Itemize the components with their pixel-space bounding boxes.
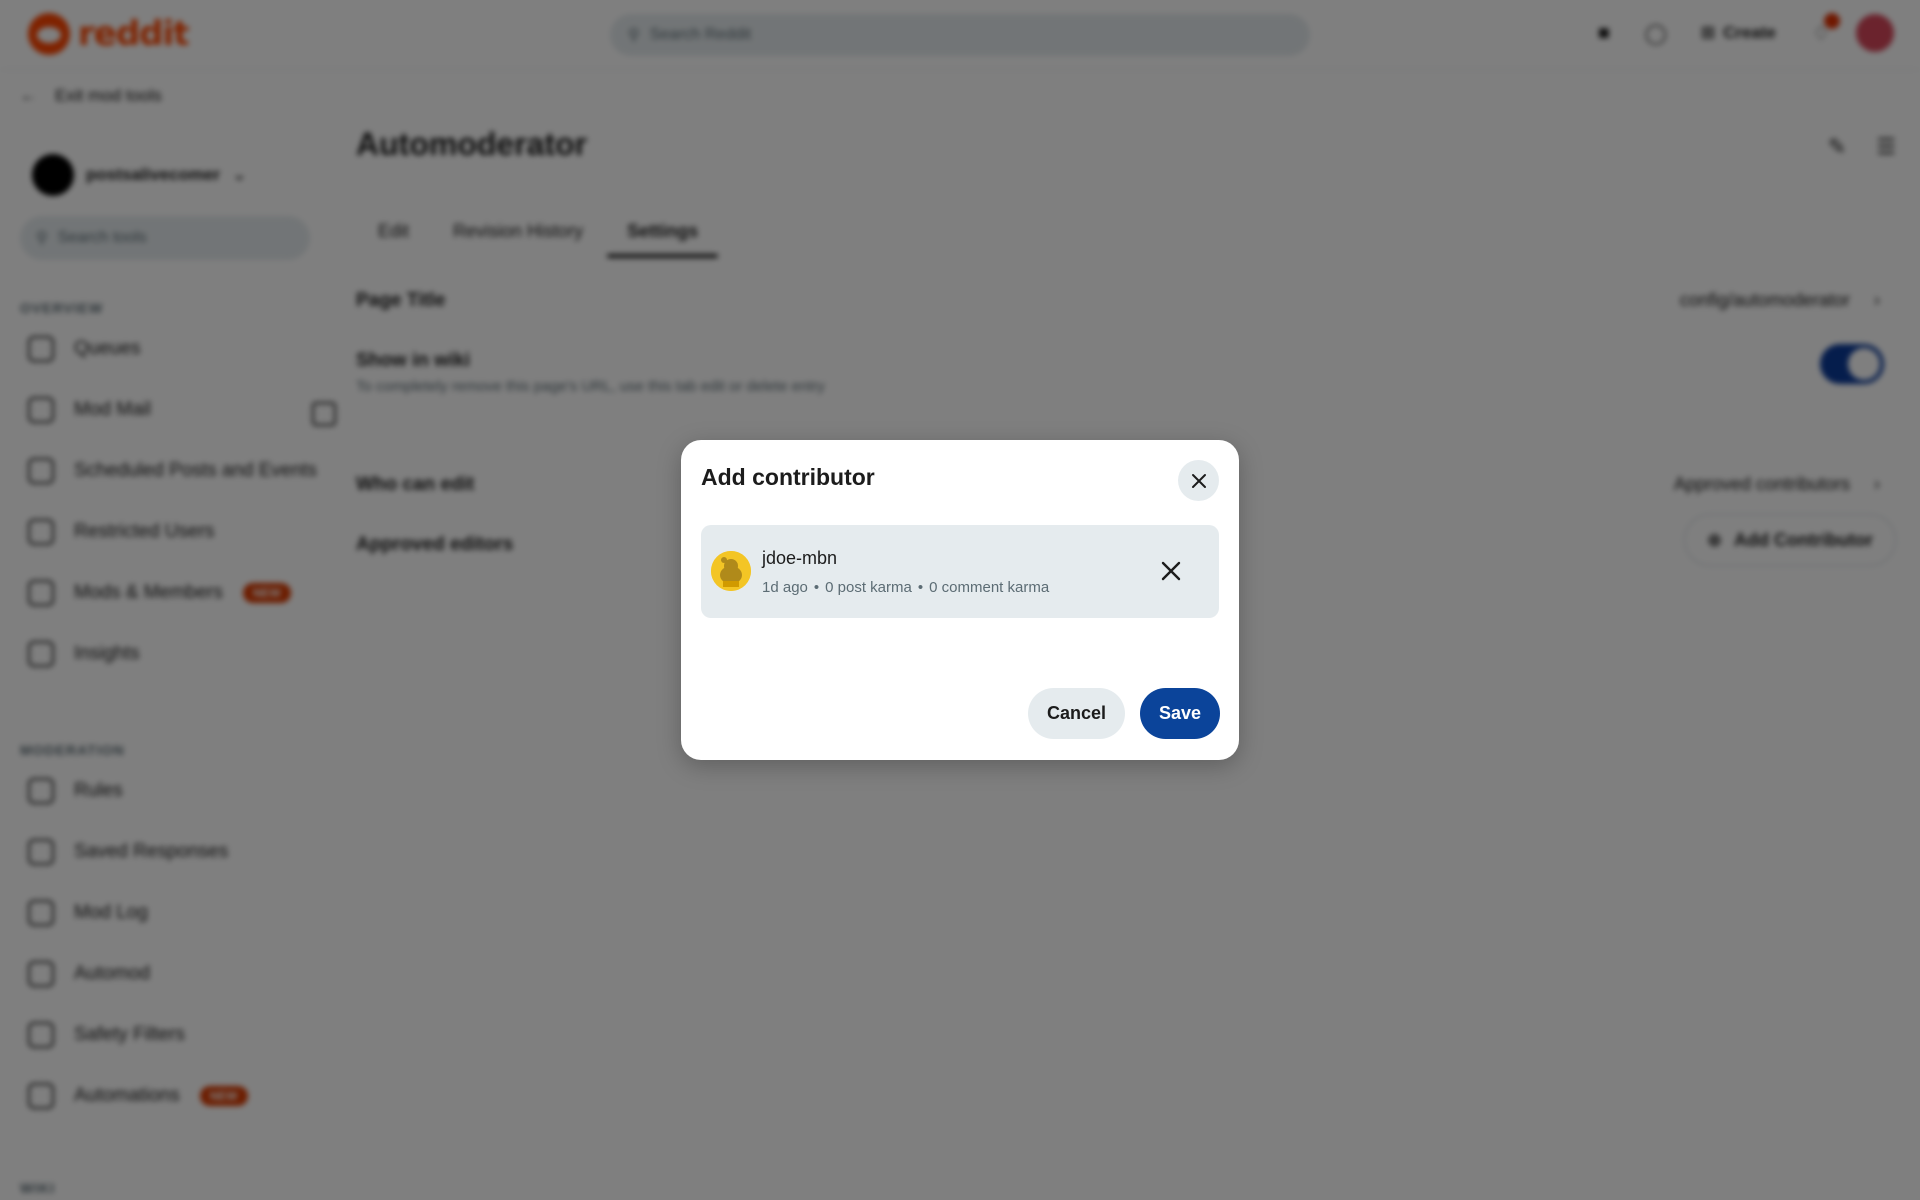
meta-separator: • (813, 579, 820, 596)
comment-karma: 0 comment karma (929, 579, 1050, 596)
snoo-avatar-icon (711, 551, 751, 591)
close-button[interactable] (1178, 460, 1219, 501)
cancel-button[interactable]: Cancel (1028, 688, 1125, 739)
add-contributor-dialog: Add contributor jdoe-mbn 1d ago • 0 post… (681, 440, 1239, 760)
user-meta: 1d ago • 0 post karma • 0 comment karma (762, 579, 1049, 596)
dialog-title: Add contributor (701, 464, 875, 490)
username: jdoe-mbn (762, 548, 838, 568)
remove-user-button[interactable] (1149, 549, 1193, 593)
meta-separator: • (917, 579, 924, 596)
close-icon (1191, 473, 1206, 488)
post-karma: 0 post karma (825, 579, 912, 596)
selected-user-card: jdoe-mbn 1d ago • 0 post karma • 0 comme… (701, 525, 1219, 618)
account-age: 1d ago (762, 579, 808, 596)
remove-icon (1161, 561, 1181, 581)
save-button[interactable]: Save (1140, 688, 1220, 739)
